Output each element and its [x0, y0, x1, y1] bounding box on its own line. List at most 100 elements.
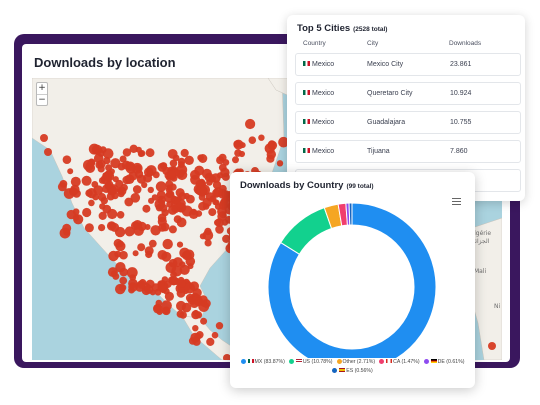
- map-marker[interactable]: [488, 342, 496, 350]
- map-marker[interactable]: [200, 317, 208, 325]
- map-marker[interactable]: [147, 186, 154, 194]
- map-marker[interactable]: [110, 158, 121, 169]
- legend-item-us[interactable]: US (10.78%): [288, 358, 333, 367]
- map-marker[interactable]: [98, 224, 106, 232]
- map-marker[interactable]: [214, 219, 221, 227]
- map-marker[interactable]: [159, 203, 168, 213]
- map-marker[interactable]: [192, 325, 199, 332]
- legend-item-mx[interactable]: MX (83.87%): [240, 358, 285, 367]
- map-marker[interactable]: [81, 175, 92, 186]
- map-marker[interactable]: [184, 155, 194, 165]
- table-row[interactable]: Mexico Tijuana 7.860: [295, 140, 521, 163]
- map-marker[interactable]: [120, 183, 128, 192]
- table-row[interactable]: Mexico Guadalajara 10.755: [295, 111, 521, 134]
- map-marker[interactable]: [105, 180, 114, 189]
- map-marker[interactable]: [222, 159, 230, 166]
- map-marker[interactable]: [199, 186, 208, 194]
- map-marker[interactable]: [63, 228, 71, 236]
- map-marker[interactable]: [258, 134, 265, 141]
- map-marker[interactable]: [198, 201, 207, 211]
- map-marker[interactable]: [119, 284, 127, 292]
- map-marker[interactable]: [161, 300, 172, 311]
- map-marker[interactable]: [115, 262, 126, 273]
- map-marker[interactable]: [168, 205, 178, 215]
- legend-item-other[interactable]: Other (2.71%): [336, 358, 375, 367]
- map-marker[interactable]: [44, 148, 52, 156]
- map-marker[interactable]: [115, 241, 126, 252]
- map-marker[interactable]: [87, 159, 96, 167]
- map-marker[interactable]: [151, 194, 159, 201]
- table-row[interactable]: Mexico Queretaro City 10.924: [295, 82, 521, 105]
- map-marker[interactable]: [99, 203, 106, 210]
- zoom-in-button[interactable]: +: [37, 83, 47, 94]
- map-marker[interactable]: [147, 170, 154, 177]
- map-marker[interactable]: [220, 167, 230, 178]
- map-marker[interactable]: [66, 209, 76, 220]
- donut-slice-us[interactable]: [280, 207, 333, 255]
- map-marker[interactable]: [206, 179, 213, 186]
- map-marker[interactable]: [148, 239, 157, 248]
- map-marker[interactable]: [176, 300, 186, 311]
- map-marker[interactable]: [110, 222, 120, 232]
- map-marker[interactable]: [212, 180, 222, 190]
- map-marker[interactable]: [196, 331, 204, 339]
- map-marker[interactable]: [201, 168, 212, 179]
- map-marker[interactable]: [168, 225, 177, 234]
- map-marker[interactable]: [211, 331, 219, 339]
- map-marker[interactable]: [245, 118, 256, 130]
- map-marker[interactable]: [172, 154, 180, 162]
- map-marker[interactable]: [137, 243, 146, 252]
- map-marker[interactable]: [218, 200, 228, 210]
- map-marker[interactable]: [199, 233, 206, 240]
- map-marker[interactable]: [119, 155, 127, 163]
- map-marker[interactable]: [206, 337, 215, 346]
- map-marker[interactable]: [128, 282, 138, 292]
- map-marker[interactable]: [107, 208, 118, 220]
- map-marker[interactable]: [62, 155, 72, 164]
- legend-item-ca[interactable]: CA (1.47%): [379, 358, 420, 367]
- map-marker[interactable]: [122, 148, 132, 157]
- map-marker[interactable]: [155, 299, 163, 307]
- map-marker[interactable]: [179, 247, 190, 259]
- map-marker[interactable]: [124, 226, 135, 237]
- map-marker[interactable]: [162, 238, 173, 250]
- map-marker[interactable]: [186, 194, 195, 204]
- map-marker[interactable]: [119, 250, 128, 260]
- map-marker[interactable]: [145, 148, 155, 158]
- map-marker[interactable]: [264, 143, 275, 154]
- map-marker[interactable]: [88, 199, 95, 207]
- map-marker[interactable]: [126, 267, 138, 279]
- map-marker[interactable]: [135, 146, 142, 153]
- map-marker[interactable]: [204, 239, 212, 247]
- map-marker[interactable]: [144, 246, 154, 256]
- map-marker[interactable]: [168, 258, 178, 268]
- map-marker[interactable]: [98, 211, 107, 220]
- map-marker[interactable]: [157, 250, 168, 260]
- map-marker[interactable]: [176, 217, 187, 228]
- map-marker[interactable]: [212, 188, 221, 197]
- map-marker[interactable]: [157, 216, 167, 227]
- map-marker[interactable]: [150, 225, 161, 236]
- map-marker[interactable]: [208, 208, 217, 217]
- map-marker[interactable]: [137, 280, 146, 289]
- map-marker[interactable]: [85, 189, 93, 197]
- map-marker[interactable]: [40, 134, 48, 142]
- map-marker[interactable]: [134, 164, 142, 172]
- map-marker[interactable]: [192, 309, 199, 317]
- map-marker[interactable]: [177, 279, 186, 288]
- map-marker[interactable]: [144, 224, 151, 230]
- map-marker[interactable]: [276, 160, 284, 167]
- donut-slice-es[interactable]: [348, 202, 353, 226]
- map-marker[interactable]: [124, 197, 134, 207]
- map-marker[interactable]: [175, 188, 185, 198]
- map-marker[interactable]: [215, 322, 224, 330]
- map-marker[interactable]: [248, 136, 257, 144]
- map-marker[interactable]: [102, 172, 109, 179]
- map-marker[interactable]: [142, 204, 151, 213]
- map-marker[interactable]: [176, 288, 186, 298]
- map-marker[interactable]: [190, 299, 199, 308]
- map-marker[interactable]: [70, 176, 81, 187]
- map-marker[interactable]: [155, 181, 167, 192]
- map-marker[interactable]: [167, 170, 176, 179]
- map-marker[interactable]: [176, 241, 184, 248]
